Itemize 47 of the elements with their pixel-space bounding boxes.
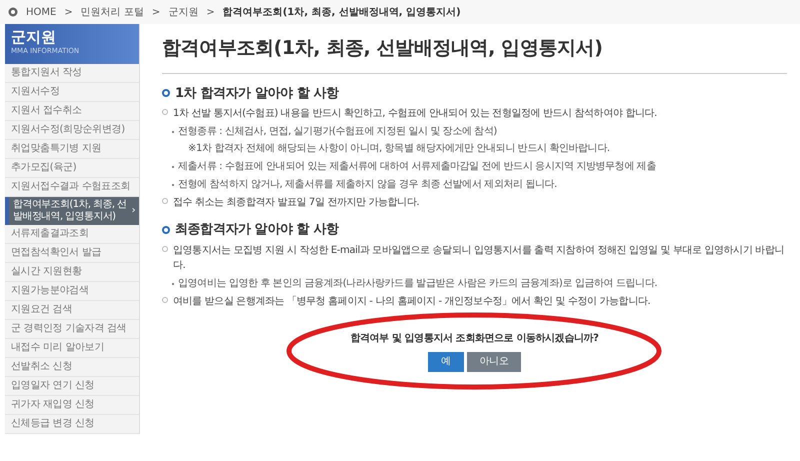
separator-icon: >: [206, 4, 215, 20]
sidebar-item[interactable]: 내접수 미리 알아보기: [5, 339, 139, 358]
section-heading: 1차 합격자가 알아야 할 사항: [175, 84, 339, 102]
sidebar-item[interactable]: 면접참석확인서 발급: [5, 244, 139, 263]
sidebar-item[interactable]: 취업맞춤특기병 지원: [5, 140, 139, 159]
sidebar-item[interactable]: 선발취소 신청: [5, 358, 139, 377]
bullet-ring-icon: [162, 89, 170, 98]
sidebar-item[interactable]: 지원서수정(희망순위변경): [5, 121, 139, 140]
bullet-icon: [162, 109, 168, 115]
info-text: 여비를 받으실 은행계좌는 「병무청 홈페이지 - 나의 홈페이지 - 개인정보수정」에서 확인 및 수정이 가능합니다.: [173, 294, 650, 308]
breadcrumb-link[interactable]: 민원처리 포털: [80, 4, 144, 20]
sidebar-item[interactable]: 귀가자 재입영 신청: [5, 396, 139, 415]
sidebar-item[interactable]: 지원서 접수취소: [5, 102, 139, 121]
sidebar-item[interactable]: 지원서수정: [5, 83, 139, 102]
sidebar-item[interactable]: 지원가능분야검색: [5, 282, 139, 301]
info-text: 제출서류 : 수험표에 안내되어 있는 제출서류에 대하여 서류제출마감일 전에 반드시 응시지역 지방병무청에 제출: [178, 160, 656, 174]
chevron-icon: ›: [132, 205, 135, 217]
breadcrumb-link[interactable]: 합격여부조회(1차, 최종, 선발배정내역, 입영통지서): [222, 4, 461, 20]
bullet-ring-icon: [162, 226, 170, 234]
sidebar-title: 군지원: [11, 28, 57, 46]
info-text: 접수 취소는 최종합격자 발표일 7일 전까지만 가능합니다.: [173, 196, 420, 210]
note-text: ※1차 합격자 전체에 해당되는 사항이 아니며, 항목별 해당자에게만 안내되니 반드시 확인바랍니다.: [188, 142, 611, 156]
info-text: 전형에 참석하지 않거나, 제출서류를 제출하지 않을 경우 최종 선발에서 제외처리 됩니다.: [178, 178, 557, 192]
info-text: 1차 선발 통지서(수험표) 내용을 반드시 확인하고, 수험표에 안내되어 있는 전형일정에 반드시 참석하여야 합니다.: [173, 107, 657, 121]
sidebar-item[interactable]: 신체등급 변경 신청: [5, 415, 139, 434]
bullet-icon: [162, 296, 168, 302]
page-title: 합격여부조회(1차, 최종, 선발배정내역, 입영통지서): [162, 34, 787, 74]
cancel-button[interactable]: 아니오: [467, 352, 521, 372]
sidebar-item[interactable]: 지원요건 검색: [5, 301, 139, 320]
sidebar-item[interactable]: 통합지원서 작성: [5, 64, 139, 83]
dialog-message: 합격여부 및 입영통지서 조회화면으로 이동하시겠습니까?: [350, 332, 599, 346]
info-text: 전형종류 : 신체검사, 면접, 실기평가(수험표에 지정된 일시 및 장소에 참석): [178, 125, 497, 139]
breadcrumb-link[interactable]: HOME: [26, 4, 56, 20]
sidebar-item[interactable]: 군 경력인정 기술자격 검색: [5, 320, 139, 339]
bullet-icon: [162, 198, 168, 204]
section-heading: 최종합격자가 알아야 할 사항: [175, 221, 339, 239]
confirm-button[interactable]: 예: [428, 352, 464, 372]
sidebar-item[interactable]: 추가모집(육군): [5, 159, 139, 178]
bullet-icon: [162, 246, 168, 252]
sidebar-item[interactable]: 실시간 지원현황: [5, 263, 139, 282]
separator-icon: >: [152, 4, 160, 20]
sidebar-item[interactable]: 입영일자 연기 신청: [5, 377, 139, 396]
info-text: 입영여비는 입영한 후 본인의 금융계좌(나라사랑카드를 발급받은 사람은 카드의 금융계좌)로 입금하여 드립니다.: [178, 276, 658, 290]
info-text: 입영통지서는 모집병 지원 시 작성한 E-mail과 모바일앱으로 송달되니 입영통지서를 출력 지참하여 정해진 입영일 및 부대로 입영하시기 바랍니다.: [173, 244, 786, 272]
breadcrumb-link[interactable]: 군지원: [168, 4, 198, 20]
separator-icon: >: [64, 4, 73, 20]
sidebar-item[interactable]: 서류제출결과조회: [5, 225, 139, 244]
